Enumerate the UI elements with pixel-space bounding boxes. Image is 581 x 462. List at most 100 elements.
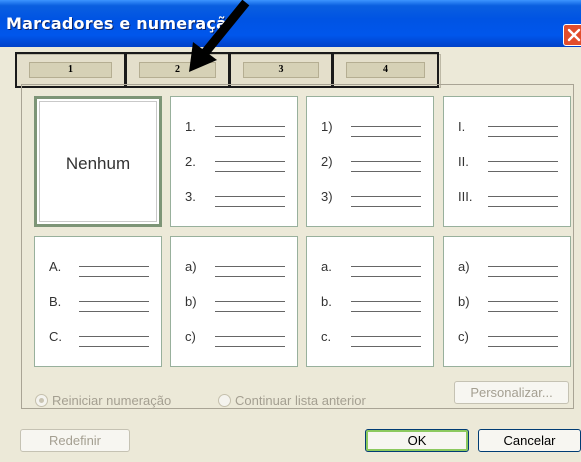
dialog-window: Marcadores e numeraçã 1 2 3 4 Nenhum 1. 2… bbox=[0, 0, 581, 462]
style-marker: 1. bbox=[185, 119, 196, 134]
tab-4-label: 4 bbox=[346, 62, 425, 78]
numbering-style-option[interactable]: A. B. C. bbox=[34, 236, 162, 367]
placeholder-line bbox=[488, 346, 558, 347]
placeholder-line bbox=[79, 301, 149, 302]
restart-label: Reiniciar numeração bbox=[52, 393, 172, 408]
style-marker: C. bbox=[49, 329, 62, 344]
style-row: c. bbox=[307, 329, 433, 349]
style-none-label: Nenhum bbox=[65, 154, 131, 173]
numbering-panel: Nenhum 1. 2. 3. 1) 2) 3) I. II. III. A. B. C. a) b) c)… bbox=[21, 84, 574, 409]
tab-1-label: 1 bbox=[29, 62, 112, 78]
style-marker: 2. bbox=[185, 154, 196, 169]
placeholder-line bbox=[215, 336, 285, 337]
style-row: c) bbox=[444, 329, 570, 349]
placeholder-line bbox=[488, 276, 558, 277]
placeholder-line bbox=[215, 301, 285, 302]
tab-4[interactable]: 4 bbox=[332, 52, 439, 88]
placeholder-line bbox=[79, 336, 149, 337]
placeholder-line bbox=[215, 311, 285, 312]
numbering-style-option[interactable]: 1) 2) 3) bbox=[306, 96, 434, 227]
placeholder-line bbox=[351, 301, 421, 302]
close-button[interactable] bbox=[563, 24, 581, 46]
style-row: c) bbox=[171, 329, 297, 349]
style-row: III. bbox=[444, 189, 570, 209]
placeholder-line bbox=[215, 276, 285, 277]
placeholder-line bbox=[79, 311, 149, 312]
placeholder-line bbox=[488, 311, 558, 312]
cancel-button[interactable]: Cancelar bbox=[478, 429, 581, 452]
numbering-style-option[interactable]: a) b) c) bbox=[170, 236, 298, 367]
placeholder-line bbox=[351, 161, 421, 162]
style-marker: I. bbox=[458, 119, 466, 134]
numbering-style-option[interactable]: a) b) c) bbox=[443, 236, 571, 367]
style-row: b) bbox=[171, 294, 297, 314]
continue-label: Continuar lista anterior bbox=[235, 393, 366, 408]
numbering-style-option[interactable]: I. II. III. bbox=[443, 96, 571, 227]
style-marker: 3. bbox=[185, 189, 196, 204]
placeholder-line bbox=[488, 171, 558, 172]
close-icon bbox=[567, 28, 581, 42]
style-row: C. bbox=[35, 329, 161, 349]
style-marker: b) bbox=[458, 294, 470, 309]
restart-radio[interactable] bbox=[35, 394, 48, 407]
numbering-style-option[interactable]: 1. 2. 3. bbox=[170, 96, 298, 227]
style-marker: B. bbox=[49, 294, 62, 309]
placeholder-line bbox=[351, 311, 421, 312]
style-marker: A. bbox=[49, 259, 62, 274]
reset-button[interactable]: Redefinir bbox=[20, 429, 130, 452]
style-marker: b) bbox=[185, 294, 197, 309]
style-marker: III. bbox=[458, 189, 473, 204]
placeholder-line bbox=[488, 126, 558, 127]
ok-button[interactable]: OK bbox=[365, 429, 469, 452]
style-row: B. bbox=[35, 294, 161, 314]
continue-list-option[interactable]: Continuar lista anterior bbox=[218, 393, 366, 408]
style-marker: 3) bbox=[321, 189, 333, 204]
style-row: a) bbox=[444, 259, 570, 279]
title-bar[interactable]: Marcadores e numeraçã bbox=[0, 0, 581, 47]
style-row: a) bbox=[171, 259, 297, 279]
style-row: a. bbox=[307, 259, 433, 279]
placeholder-line bbox=[215, 196, 285, 197]
placeholder-line bbox=[215, 136, 285, 137]
style-marker: a) bbox=[185, 259, 197, 274]
continue-radio[interactable] bbox=[218, 394, 231, 407]
placeholder-line bbox=[79, 346, 149, 347]
placeholder-line bbox=[351, 346, 421, 347]
style-none[interactable]: Nenhum bbox=[34, 96, 162, 227]
style-row: A. bbox=[35, 259, 161, 279]
placeholder-line bbox=[79, 276, 149, 277]
placeholder-line bbox=[215, 346, 285, 347]
numbering-style-option[interactable]: a. b. c. bbox=[306, 236, 434, 367]
placeholder-line bbox=[215, 206, 285, 207]
style-row: II. bbox=[444, 154, 570, 174]
style-marker: II. bbox=[458, 154, 469, 169]
style-row: I. bbox=[444, 119, 570, 139]
placeholder-line bbox=[79, 266, 149, 267]
style-row: 3. bbox=[171, 189, 297, 209]
style-row: b) bbox=[444, 294, 570, 314]
placeholder-line bbox=[488, 196, 558, 197]
placeholder-line bbox=[488, 336, 558, 337]
placeholder-line bbox=[215, 126, 285, 127]
style-row: 2. bbox=[171, 154, 297, 174]
style-marker: c. bbox=[321, 329, 332, 344]
placeholder-line bbox=[488, 161, 558, 162]
placeholder-line bbox=[351, 336, 421, 337]
placeholder-line bbox=[488, 136, 558, 137]
customize-button[interactable]: Personalizar... bbox=[454, 381, 569, 404]
placeholder-line bbox=[351, 266, 421, 267]
style-row: 1) bbox=[307, 119, 433, 139]
style-row: 2) bbox=[307, 154, 433, 174]
style-none-frame: Nenhum bbox=[39, 101, 157, 222]
placeholder-line bbox=[351, 196, 421, 197]
placeholder-line bbox=[351, 126, 421, 127]
placeholder-line bbox=[215, 161, 285, 162]
restart-numbering-option[interactable]: Reiniciar numeração bbox=[35, 393, 171, 408]
placeholder-line bbox=[351, 206, 421, 207]
style-marker: b. bbox=[321, 294, 332, 309]
placeholder-line bbox=[351, 136, 421, 137]
style-marker: 2) bbox=[321, 154, 333, 169]
style-marker: a) bbox=[458, 259, 470, 274]
tab-1[interactable]: 1 bbox=[15, 52, 126, 88]
placeholder-line bbox=[215, 266, 285, 267]
